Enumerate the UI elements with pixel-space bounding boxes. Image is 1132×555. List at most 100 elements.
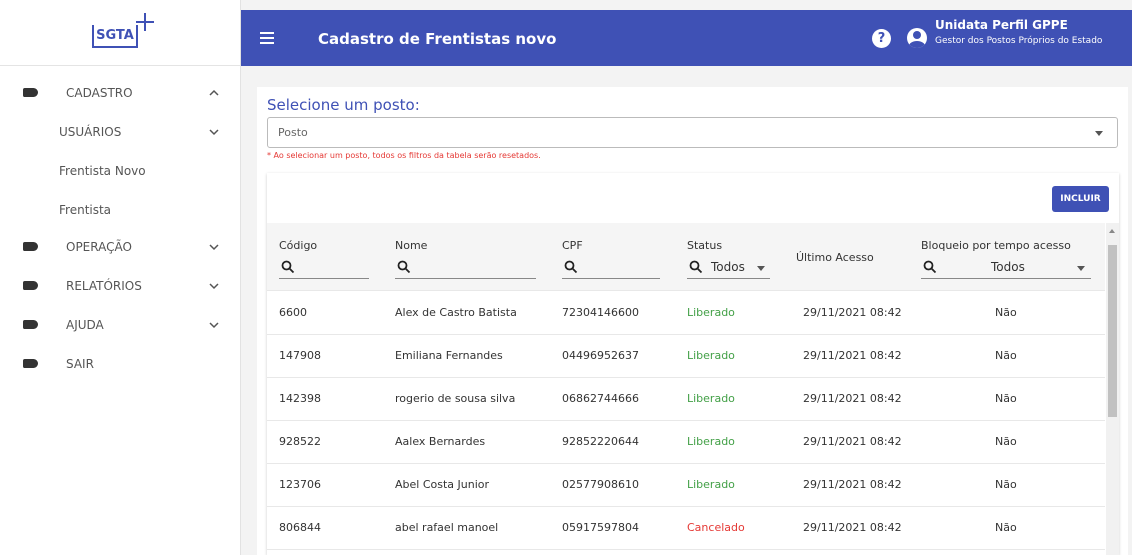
cell-bloqueio: Não bbox=[995, 521, 1017, 534]
main-content: Selecione um posto: Posto * Ao seleciona… bbox=[257, 87, 1128, 555]
frentistas-table-card: INCLUIR Código Nome CPF Status Todos Últ… bbox=[267, 173, 1119, 555]
tag-icon bbox=[23, 320, 38, 329]
sidebar-item-relatorios[interactable]: RELATÓRIOS bbox=[0, 269, 240, 303]
search-icon bbox=[564, 260, 578, 274]
cell-nome: Aalex Bernardes bbox=[395, 435, 486, 448]
hamburger-menu-icon[interactable] bbox=[260, 32, 274, 44]
cell-cpf: 05917597804 bbox=[562, 521, 639, 534]
tag-icon bbox=[23, 359, 38, 368]
bloqueio-filter-value: Todos bbox=[991, 260, 1025, 274]
cell-status: Liberado bbox=[687, 435, 735, 448]
sidebar-item-label: OPERAÇÃO bbox=[66, 240, 132, 254]
cell-bloqueio: Não bbox=[995, 349, 1017, 362]
chevron-up-icon bbox=[208, 87, 220, 99]
cpf-filter-input[interactable] bbox=[562, 259, 660, 279]
sidebar-item-label: USUÁRIOS bbox=[59, 125, 122, 139]
user-role: Gestor dos Postos Próprios do Estado bbox=[935, 36, 1103, 46]
table-row[interactable]: 6600 Alex de Castro Batista 72304146600 … bbox=[267, 292, 1105, 335]
nome-filter-input[interactable] bbox=[395, 259, 536, 279]
chevron-down-icon bbox=[208, 126, 220, 138]
sidebar-item-label: Frentista Novo bbox=[59, 164, 146, 178]
cell-codigo: 6600 bbox=[279, 306, 307, 319]
cell-status: Cancelado bbox=[687, 521, 745, 534]
cell-codigo: 806844 bbox=[279, 521, 321, 534]
scrollbar-thumb[interactable] bbox=[1108, 245, 1117, 417]
cell-nome: Emiliana Fernandes bbox=[395, 349, 503, 362]
cell-cpf: 04496952637 bbox=[562, 349, 639, 362]
cell-status: Liberado bbox=[687, 306, 735, 319]
table-row[interactable]: 142398 rogerio de sousa silva 0686274466… bbox=[267, 378, 1105, 421]
cell-cpf: 02577908610 bbox=[562, 478, 639, 491]
sidebar-item-frentista-novo[interactable]: Frentista Novo bbox=[0, 154, 240, 188]
column-header-cpf[interactable]: CPF bbox=[562, 239, 583, 252]
cell-cpf: 72304146600 bbox=[562, 306, 639, 319]
dropdown-arrow-icon bbox=[1077, 266, 1085, 271]
cell-bloqueio: Não bbox=[995, 435, 1017, 448]
cell-codigo: 123706 bbox=[279, 478, 321, 491]
cell-status: Liberado bbox=[687, 478, 735, 491]
sidebar-item-operacao[interactable]: OPERAÇÃO bbox=[0, 230, 240, 264]
sidebar: SGTA CADASTRO USUÁRIOS Frentista Novo Fr… bbox=[0, 0, 241, 555]
cell-bloqueio: Não bbox=[995, 306, 1017, 319]
sidebar-item-label: AJUDA bbox=[66, 318, 104, 332]
app-logo[interactable]: SGTA bbox=[92, 25, 138, 48]
cell-ultimo-acesso: 29/11/2021 08:42 bbox=[803, 521, 902, 534]
table-header: Código Nome CPF Status Todos Último Aces… bbox=[267, 223, 1105, 291]
posto-placeholder: Posto bbox=[278, 126, 308, 139]
table-row[interactable]: 123706 Abel Costa Junior 02577908610 Lib… bbox=[267, 464, 1105, 507]
section-title: Selecione um posto: bbox=[267, 96, 420, 114]
incluir-button[interactable]: INCLUIR bbox=[1052, 186, 1109, 212]
cell-bloqueio: Não bbox=[995, 478, 1017, 491]
cell-ultimo-acesso: 29/11/2021 08:42 bbox=[803, 478, 902, 491]
table-row[interactable]: 806844 abel rafael manoel 05917597804 Ca… bbox=[267, 507, 1105, 550]
account-circle-icon[interactable] bbox=[907, 28, 927, 48]
posto-select[interactable]: Posto bbox=[267, 117, 1118, 148]
table-scrollbar[interactable] bbox=[1106, 223, 1119, 555]
sidebar-item-cadastro[interactable]: CADASTRO bbox=[0, 76, 240, 110]
cell-ultimo-acesso: 29/11/2021 08:42 bbox=[803, 306, 902, 319]
sidebar-item-sair[interactable]: SAIR bbox=[0, 347, 240, 381]
cell-cpf: 92852220644 bbox=[562, 435, 639, 448]
column-header-ultimo-acesso[interactable]: Último Acesso bbox=[796, 251, 874, 264]
chevron-down-icon bbox=[208, 241, 220, 253]
cell-nome: Abel Costa Junior bbox=[395, 478, 490, 491]
status-filter-select[interactable]: Todos bbox=[687, 259, 770, 279]
sidebar-item-usuarios[interactable]: USUÁRIOS bbox=[0, 115, 240, 149]
user-name: Unidata Perfil GPPE bbox=[935, 18, 1068, 32]
table-row[interactable]: 928522 Aalex Bernardes 92852220644 Liber… bbox=[267, 421, 1105, 464]
page-title: Cadastro de Frentistas novo bbox=[318, 30, 557, 48]
cell-ultimo-acesso: 29/11/2021 08:42 bbox=[803, 349, 902, 362]
sidebar-item-frentista[interactable]: Frentista bbox=[0, 193, 240, 227]
status-filter-value: Todos bbox=[711, 260, 745, 274]
cell-cpf: 06862744666 bbox=[562, 392, 639, 405]
chevron-down-icon bbox=[208, 319, 220, 331]
search-icon bbox=[923, 260, 937, 274]
cell-nome: abel rafael manoel bbox=[395, 521, 499, 534]
codigo-filter-input[interactable] bbox=[279, 259, 369, 279]
table-row[interactable]: 147908 Emiliana Fernandes 04496952637 Li… bbox=[267, 335, 1105, 378]
sidebar-item-label: SAIR bbox=[66, 357, 94, 371]
dropdown-arrow-icon bbox=[1095, 131, 1103, 136]
sidebar-item-ajuda[interactable]: AJUDA bbox=[0, 308, 240, 342]
column-header-status[interactable]: Status bbox=[687, 239, 722, 252]
warning-message: * Ao selecionar um posto, todos os filtr… bbox=[267, 151, 541, 160]
column-header-bloqueio[interactable]: Bloqueio por tempo acesso bbox=[921, 239, 1071, 252]
cell-status: Liberado bbox=[687, 349, 735, 362]
cell-ultimo-acesso: 29/11/2021 08:42 bbox=[803, 435, 902, 448]
search-icon bbox=[397, 260, 411, 274]
cell-nome: rogerio de sousa silva bbox=[395, 392, 516, 405]
column-header-codigo[interactable]: Código bbox=[279, 239, 317, 252]
dropdown-arrow-icon bbox=[757, 266, 765, 271]
column-header-nome[interactable]: Nome bbox=[395, 239, 427, 252]
sidebar-item-label: Frentista bbox=[59, 203, 112, 217]
cell-ultimo-acesso: 29/11/2021 08:42 bbox=[803, 392, 902, 405]
scroll-up-arrow-icon[interactable] bbox=[1109, 229, 1115, 233]
help-icon[interactable]: ? bbox=[872, 29, 891, 48]
cell-bloqueio: Não bbox=[995, 392, 1017, 405]
cell-codigo: 142398 bbox=[279, 392, 321, 405]
logo-plus-icon bbox=[136, 13, 154, 31]
sidebar-item-label: RELATÓRIOS bbox=[66, 279, 142, 293]
cell-status: Liberado bbox=[687, 392, 735, 405]
top-app-bar: Cadastro de Frentistas novo ? Unidata Pe… bbox=[241, 10, 1132, 66]
bloqueio-filter-select[interactable]: Todos bbox=[921, 259, 1091, 279]
